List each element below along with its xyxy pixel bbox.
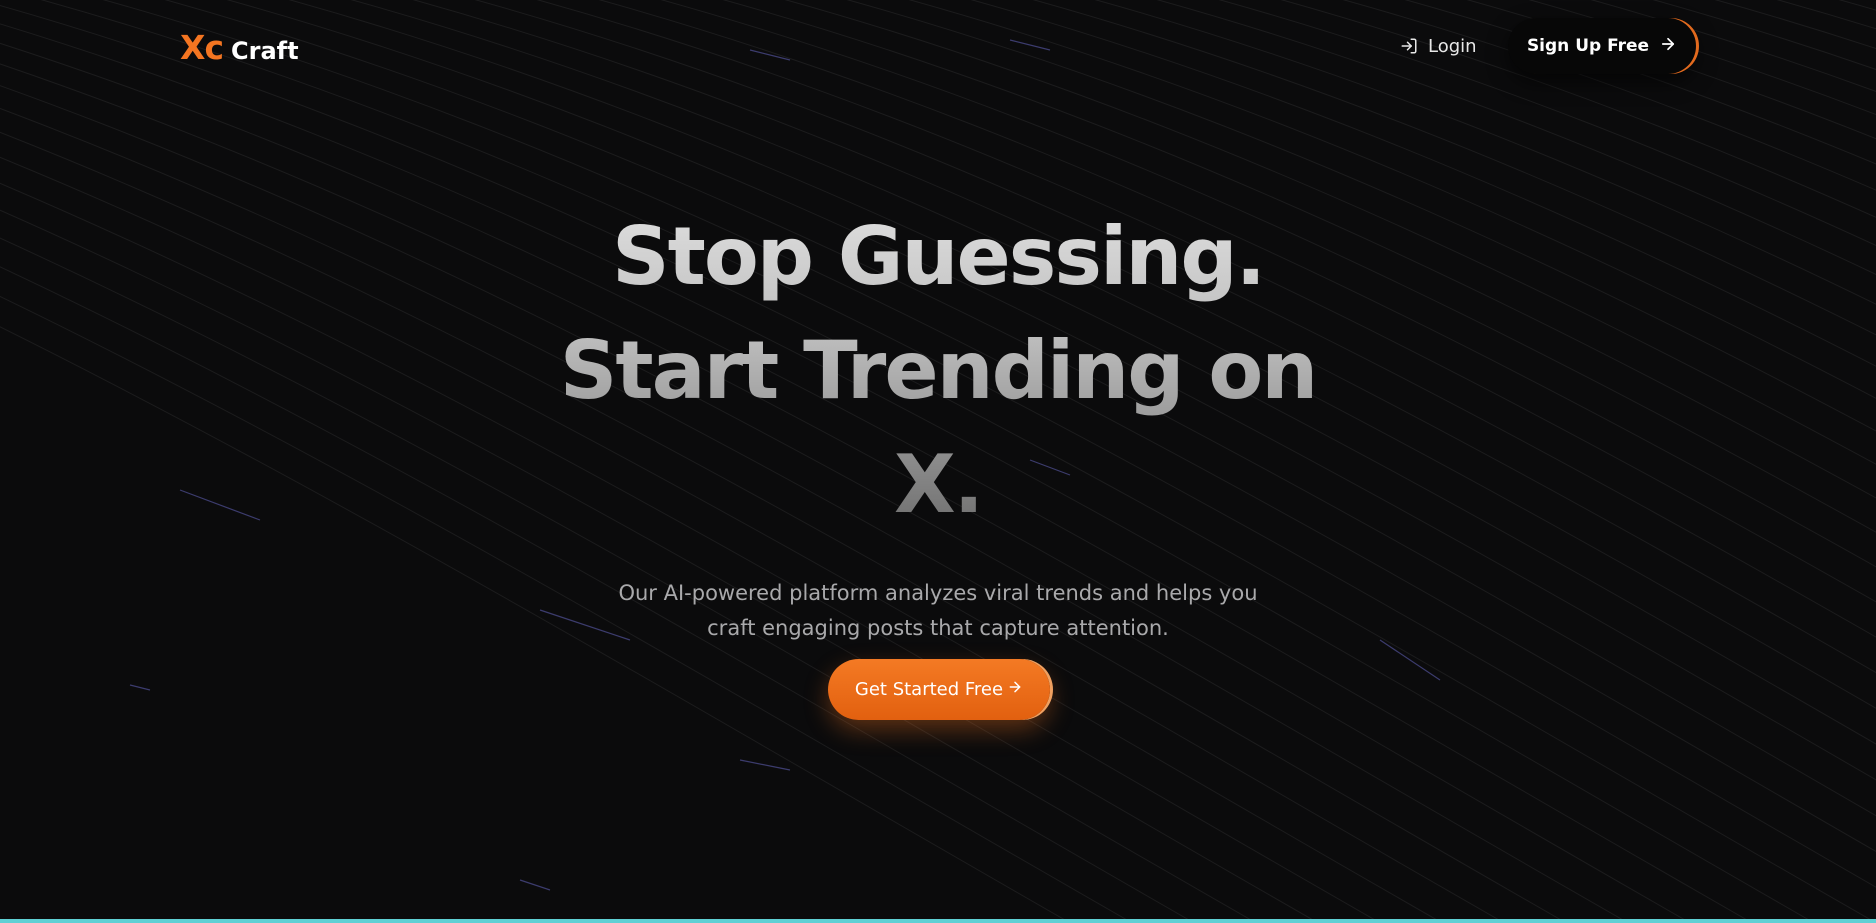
landing-page: Xc Craft Login Sign Up Free Stop Guessin… [0,0,1876,923]
logo-text: Craft [231,37,299,65]
logo-mark: Xc [180,28,224,67]
hero-title: Stop Guessing. Start Trending on X. [558,200,1318,542]
arrow-right-icon [1007,679,1023,700]
login-link[interactable]: Login [1400,32,1477,60]
hero-title-line-3: X. [893,438,983,531]
hero-subtitle-line-2: craft engaging posts that capture attent… [707,616,1169,640]
background-streak [739,759,791,771]
background-streak [129,684,151,691]
hero-subtitle-line-1: Our AI-powered platform analyzes viral t… [618,581,1258,605]
hero-subtitle: Our AI-powered platform analyzes viral t… [618,576,1258,646]
sign-up-button[interactable]: Sign Up Free [1508,18,1696,74]
get-started-label: Get Started Free [854,679,1004,700]
login-arrow-icon [1400,37,1418,55]
bottom-accent-bar [0,919,1876,923]
get-started-button[interactable]: Get Started Free [828,659,1050,720]
hero-title-line-2: Start Trending on [559,324,1317,417]
background-streak [1379,639,1441,681]
sign-up-label: Sign Up Free [1526,36,1650,56]
login-label: Login [1428,35,1477,57]
background-streak [1009,39,1051,51]
logo[interactable]: Xc Craft [180,28,299,67]
hero-title-line-1: Stop Guessing. [611,210,1265,303]
hero-section: Stop Guessing. Start Trending on X. Our … [0,200,1876,646]
background-streak [519,879,551,891]
arrow-right-icon [1659,35,1677,58]
